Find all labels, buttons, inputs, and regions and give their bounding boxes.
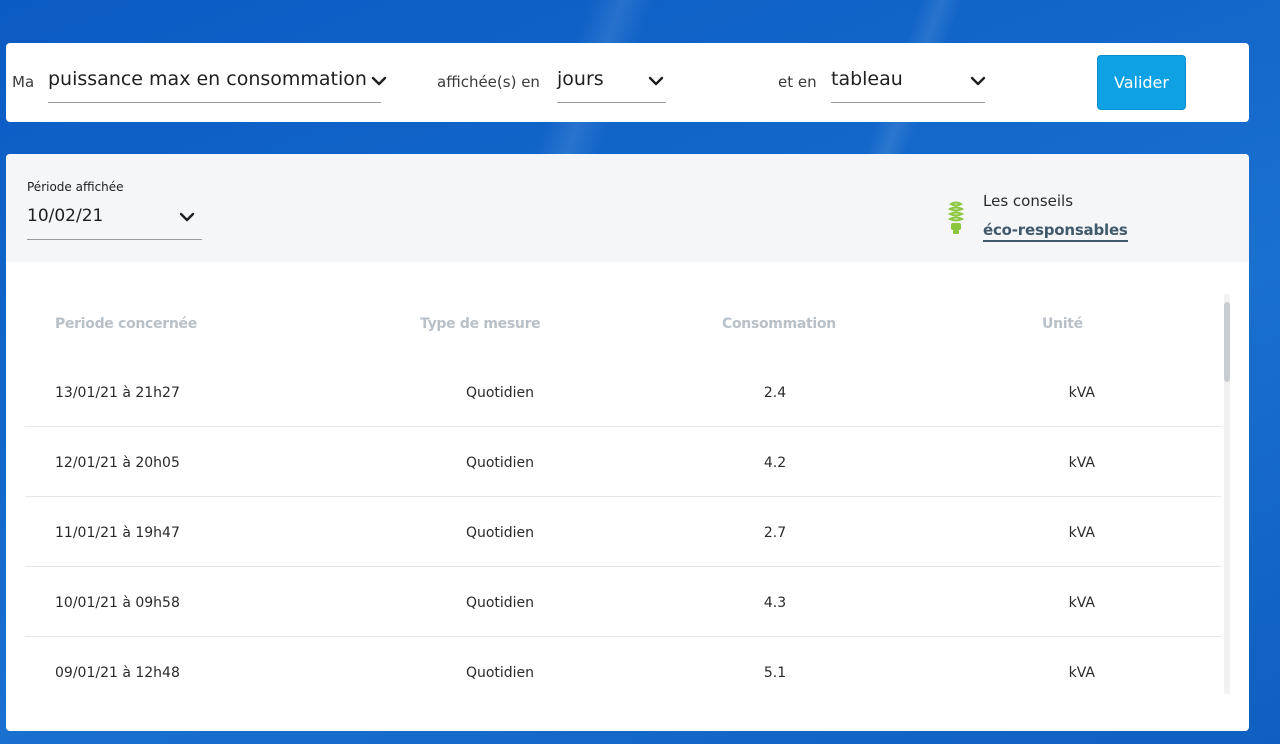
granularity-select[interactable]: jours (557, 60, 666, 103)
scrollbar-thumb[interactable] (1224, 302, 1230, 382)
cell-consumption: 5.1 (763, 665, 787, 681)
filter-prefix: Ma (12, 73, 35, 91)
table-header: Periode concernée Type de mesure Consomm… (25, 290, 1221, 360)
view-select-value: tableau (831, 68, 903, 90)
chevron-down-icon (371, 75, 387, 87)
cell-unit: kVA (1068, 385, 1095, 401)
cell-period: 13/01/21 à 21h27 (55, 385, 180, 401)
table-scrollbar[interactable] (1224, 294, 1230, 694)
metric-select[interactable]: puissance max en consommation (48, 60, 387, 103)
cell-unit: kVA (1068, 665, 1095, 681)
cell-consumption: 4.2 (763, 455, 787, 471)
table-row: 10/01/21 à 09h58 Quotidien 4.3 kVA (25, 567, 1221, 637)
cell-type: Quotidien (465, 385, 535, 401)
metric-select-value: puissance max en consommation (48, 68, 367, 90)
eco-tips-link[interactable]: éco-responsables (983, 221, 1128, 242)
period-select[interactable]: 10/02/21 (27, 198, 202, 240)
chevron-down-icon (179, 211, 195, 223)
cell-type: Quotidien (465, 665, 535, 681)
eco-tips-text: Les conseils (983, 192, 1074, 210)
and-in-label: et en (778, 73, 817, 91)
cell-unit: kVA (1068, 525, 1095, 541)
view-select[interactable]: tableau (831, 60, 986, 103)
displayed-in-label: affichée(s) en (437, 73, 540, 91)
cell-type: Quotidien (465, 455, 535, 471)
table-row: 09/01/21 à 12h48 Quotidien 5.1 kVA (25, 637, 1221, 707)
consumption-table: Periode concernée Type de mesure Consomm… (25, 292, 1221, 692)
cell-consumption: 4.3 (763, 595, 787, 611)
cell-period: 10/01/21 à 09h58 (55, 595, 180, 611)
chevron-down-icon (970, 75, 986, 87)
table-row: 12/01/21 à 20h05 Quotidien 4.2 kVA (25, 427, 1221, 497)
panel-header: Période affichée 10/02/21 Les conseils é… (6, 154, 1249, 262)
column-header-period: Periode concernée (55, 316, 197, 332)
cell-unit: kVA (1068, 595, 1095, 611)
chevron-down-icon (648, 75, 664, 87)
cell-consumption: 2.4 (763, 385, 787, 401)
cell-unit: kVA (1068, 455, 1095, 471)
submit-button[interactable]: Valider (1097, 55, 1186, 110)
granularity-select-value: jours (557, 68, 604, 90)
cell-type: Quotidien (465, 595, 535, 611)
period-label: Période affichée (27, 180, 124, 194)
period-select-value: 10/02/21 (27, 206, 104, 226)
column-header-unit: Unité (1042, 316, 1083, 332)
cell-consumption: 2.7 (763, 525, 787, 541)
cell-type: Quotidien (465, 525, 535, 541)
lightbulb-icon (946, 200, 966, 240)
column-header-consumption: Consommation (722, 316, 836, 332)
table-row: 13/01/21 à 21h27 Quotidien 2.4 kVA (25, 357, 1221, 427)
eco-tips: Les conseils éco-responsables (946, 190, 1128, 246)
cell-period: 11/01/21 à 19h47 (55, 525, 180, 541)
column-header-type: Type de mesure (420, 316, 541, 332)
cell-period: 12/01/21 à 20h05 (55, 455, 180, 471)
cell-period: 09/01/21 à 12h48 (55, 665, 180, 681)
consumption-panel: Période affichée 10/02/21 Les conseils é… (6, 154, 1249, 731)
table-row: 11/01/21 à 19h47 Quotidien 2.7 kVA (25, 497, 1221, 567)
